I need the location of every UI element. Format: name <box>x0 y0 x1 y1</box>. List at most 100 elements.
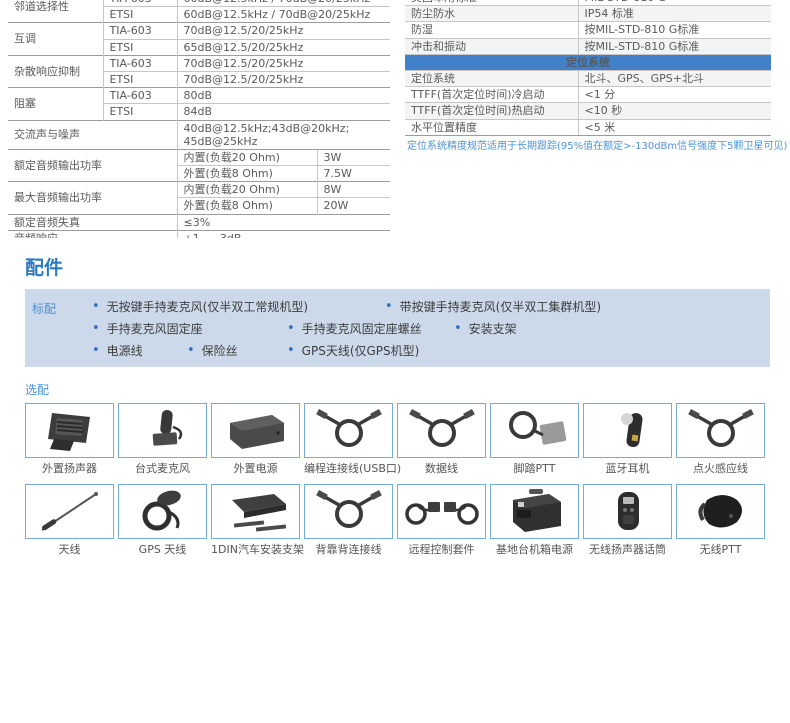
product-photo <box>118 484 207 539</box>
accessory-card: 编程连接线(USB口) <box>304 403 393 475</box>
standard-item: •手持麦克风固定座 <box>92 320 287 337</box>
accessory-card: 台式麦克风 <box>118 403 207 475</box>
standard-item: •安装支架 <box>454 320 517 337</box>
spec-subname: 外置(负载8 Ohm) <box>177 166 317 182</box>
accessory-card: 1DIN汽车安装支架 <box>211 484 300 556</box>
accessory-card: GPS 天线 <box>118 484 207 556</box>
spec-value: 70dB@12.5/20/25kHz <box>177 23 390 39</box>
spec-value: 70dB@12.5/20/25kHz <box>177 71 390 87</box>
accessory-card: 点火感应线 <box>676 403 765 475</box>
spec-value: 7.5W <box>317 166 390 182</box>
spec-name: 冲击和振动 <box>405 38 578 54</box>
spec-value: 20W <box>317 198 390 214</box>
standard-item-label: GPS天线(仅GPS机型) <box>302 342 420 359</box>
spec-name: 防湿 <box>405 22 578 38</box>
product-photo <box>118 403 207 458</box>
product-caption: 脚踏PTT <box>490 462 579 475</box>
desktop-microphone-image <box>123 407 203 455</box>
product-caption: 外置电源 <box>211 462 300 475</box>
product-caption: 基地台机箱电源 <box>490 543 579 556</box>
standard-item: •保险丝 <box>187 342 287 359</box>
product-caption: 无线扬声器话筒 <box>583 543 672 556</box>
product-photo <box>583 484 672 539</box>
standard-item: • 电源线 <box>92 342 187 359</box>
spec-value: 70dB@12.5/20/25kHz <box>177 55 390 71</box>
positioning-section-header: 定位系统 <box>405 54 771 70</box>
accessory-card: 蓝牙耳机 <box>583 403 672 475</box>
spec-name: 阻塞 <box>8 88 103 120</box>
product-photo <box>304 403 393 458</box>
spec-standard: TIA-603 <box>103 55 177 71</box>
standard-label: 标配 <box>25 295 92 361</box>
spec-value: 60dB@12.5kHz / 70dB@20/25kHz <box>177 0 390 7</box>
bullet-icon: • <box>92 321 100 336</box>
accessories-title: 配件 <box>25 253 790 280</box>
spec-standard: TIA-603 <box>103 23 177 39</box>
standard-item-label: 带按键手持麦克风(仅半双工集群机型) <box>400 298 601 315</box>
spec-name: 定位系统 <box>405 70 578 86</box>
bullet-icon: • <box>287 321 295 336</box>
standard-item-label: 电源线 <box>107 342 143 359</box>
back-to-back-cable-image <box>309 488 389 536</box>
spec-value: +1 ~ -3dB <box>177 230 390 238</box>
spec-name: 防尘防水 <box>405 6 578 22</box>
product-photo <box>304 484 393 539</box>
data-cable-image <box>402 407 482 455</box>
spec-standard: ETSI <box>103 71 177 87</box>
spec-name: 互调 <box>8 23 103 55</box>
product-photo <box>397 484 486 539</box>
audio-spec-table: 邻道选择性 TIA-603 60dB@12.5kHz / 70dB@20/25k… <box>8 0 390 238</box>
spec-name: 额定音频失真 <box>8 214 177 230</box>
spec-value: 北斗、GPS、GPS+北斗 <box>578 70 771 86</box>
bullet-icon: • <box>187 343 195 358</box>
bullet-icon: • <box>385 299 393 314</box>
spec-name: 交流声与噪声 <box>8 120 177 149</box>
product-photo <box>583 403 672 458</box>
spec-page: 邻道选择性 TIA-603 60dB@12.5kHz / 70dB@20/25k… <box>0 0 790 723</box>
accessory-card: 无线扬声器话筒 <box>583 484 672 556</box>
wireless-speaker-mic-image <box>588 488 668 536</box>
spec-value: <1 分 <box>578 87 771 103</box>
standard-row: • 电源线 •保险丝 • GPS天线(仅GPS机型) <box>92 339 770 361</box>
external-power-image <box>216 407 296 455</box>
spec-value-line: 40dB@12.5kHz;43dB@20kHz; <box>184 122 385 135</box>
accessory-card: 外置电源 <box>211 403 300 475</box>
product-caption: 无线PTT <box>676 543 765 556</box>
spec-standard: ETSI <box>103 39 177 55</box>
spec-name: TTFF(首次定位时间)热启动 <box>405 103 578 119</box>
din-bracket-image <box>216 488 296 536</box>
optional-label: 选配 <box>25 381 790 398</box>
external-speaker-image <box>30 407 110 455</box>
standard-item-label: 手持麦克风固定座螺丝 <box>302 320 422 337</box>
programming-cable-image <box>309 407 389 455</box>
product-caption: 背靠背连接线 <box>304 543 393 556</box>
base-station-psu-image <box>495 488 575 536</box>
spec-value: IP54 标准 <box>578 6 771 22</box>
bullet-icon: • <box>287 343 295 358</box>
spec-value: 按MIL-STD-810 G标准 <box>578 22 771 38</box>
bullet-icon: • <box>92 343 100 358</box>
spec-value: 3W <box>317 149 390 165</box>
standard-items: •无按键手持麦克风(仅半双工常规机型) •带按键手持麦克风(仅半双工集群机型) … <box>92 295 770 361</box>
product-caption: 台式麦克风 <box>118 462 207 475</box>
remote-control-kit-image <box>402 488 482 536</box>
environment-gps-spec-table: 美国军用标准 MIL-STD-810 G 防尘防水 IP54 标准 防湿 按MI… <box>405 0 771 136</box>
product-caption: 天线 <box>25 543 114 556</box>
spec-standard: TIA-603 <box>103 88 177 104</box>
spec-value: 80dB <box>177 88 390 104</box>
spec-subname: 内置(负载20 Ohm) <box>177 149 317 165</box>
gps-accuracy-note: 定位系统精度规范适用于长期跟踪(95%值在额定>-130dBm信号强度下5颗卫星… <box>407 137 787 152</box>
product-caption: 1DIN汽车安装支架 <box>211 543 300 556</box>
accessory-card: 外置扬声器 <box>25 403 114 475</box>
bullet-icon: • <box>92 299 100 314</box>
standard-accessories-box: 标配 •无按键手持麦克风(仅半双工常规机型) •带按键手持麦克风(仅半双工集群机… <box>25 289 770 367</box>
ignition-sense-cable-image <box>681 407 761 455</box>
spec-name: 额定音频输出功率 <box>8 149 177 181</box>
product-photo <box>676 403 765 458</box>
spec-name: 邻道选择性 <box>8 0 103 23</box>
wireless-ptt-image <box>681 488 761 536</box>
spec-value: <5 米 <box>578 119 771 135</box>
product-caption: 点火感应线 <box>676 462 765 475</box>
product-caption: 编程连接线(USB口) <box>304 462 393 475</box>
standard-item-label: 安装支架 <box>469 320 517 337</box>
